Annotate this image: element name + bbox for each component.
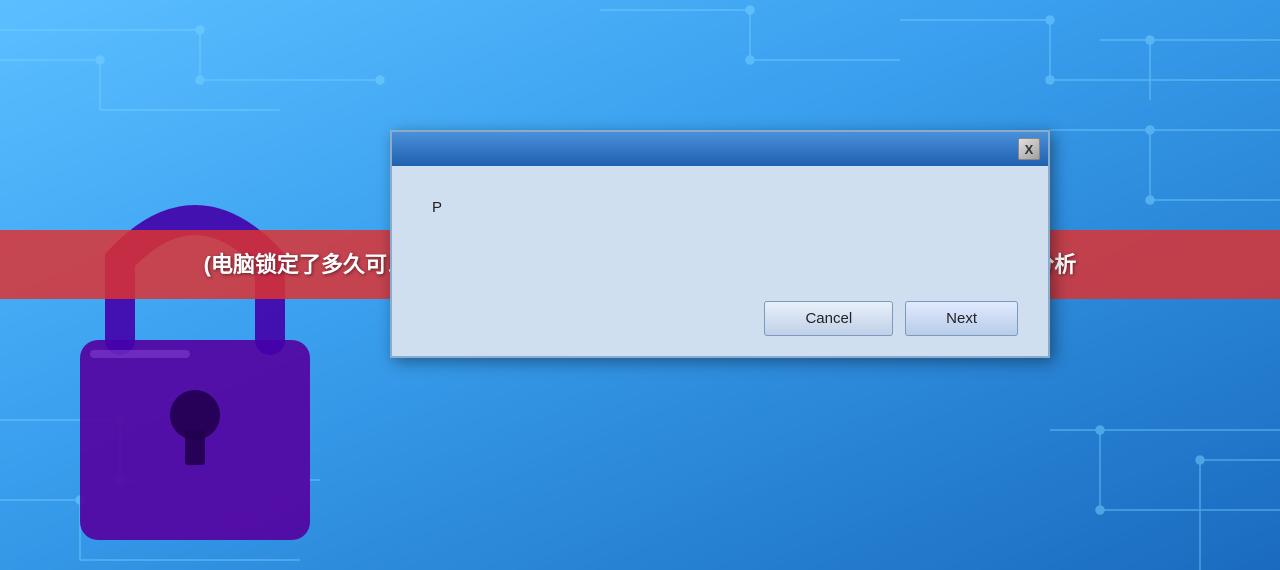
dialog-content-text: P	[432, 196, 1008, 220]
close-button[interactable]: X	[1018, 138, 1040, 160]
dialog-footer: Cancel Next	[392, 286, 1048, 356]
next-button[interactable]: Next	[905, 301, 1018, 336]
dialog-content: P	[392, 166, 1048, 286]
dialog-box: X P Cancel Next	[390, 130, 1050, 358]
dialog-titlebar: X	[392, 132, 1048, 166]
cancel-button[interactable]: Cancel	[764, 301, 893, 336]
